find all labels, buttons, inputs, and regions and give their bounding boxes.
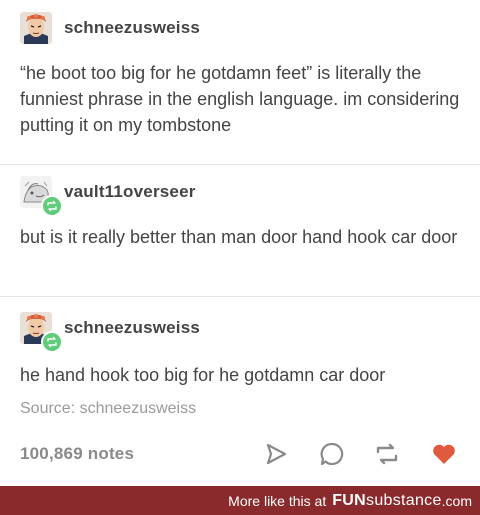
reblog-icon xyxy=(47,200,57,212)
divider xyxy=(0,296,480,297)
post-username[interactable]: vault11overseer xyxy=(64,182,196,202)
reblog-icon xyxy=(376,443,398,465)
post-source: Source: schneezusweiss xyxy=(20,400,196,418)
post-header: schneezusweiss xyxy=(20,12,200,44)
avatar[interactable] xyxy=(20,176,63,217)
divider xyxy=(0,164,480,165)
share-icon xyxy=(266,443,287,465)
post-body-text: but is it really better than man door ha… xyxy=(20,227,458,247)
post-username[interactable]: schneezusweiss xyxy=(64,18,200,38)
post-username[interactable]: schneezusweiss xyxy=(64,318,200,338)
reblog-badge xyxy=(41,331,63,353)
reply-icon xyxy=(320,442,344,466)
anime-character-avatar-icon xyxy=(20,12,52,44)
source-link[interactable]: schneezusweiss xyxy=(80,400,197,417)
brand-logo: FUNsubstance xyxy=(332,492,441,510)
share-button[interactable] xyxy=(262,440,290,468)
post-header: vault11overseer xyxy=(20,176,196,217)
like-button[interactable] xyxy=(430,440,458,468)
post-body-text: he hand hook too big for he gotdamn car … xyxy=(20,365,386,385)
avatar[interactable] xyxy=(20,312,63,353)
reblog-badge xyxy=(41,195,63,217)
like-heart-icon xyxy=(433,444,455,464)
reblog-icon xyxy=(47,336,57,348)
brand-bold: FUN xyxy=(332,491,367,509)
reply-button[interactable] xyxy=(318,440,346,468)
avatar[interactable] xyxy=(20,12,52,44)
brand-light: substance xyxy=(366,491,442,509)
site-banner[interactable]: More like this at FUNsubstance .com xyxy=(0,486,480,515)
post-header: schneezusweiss xyxy=(20,312,200,353)
post-footer: 100,869 notes xyxy=(0,436,480,472)
banner-text: More like this at xyxy=(228,492,327,509)
source-label: Source: xyxy=(20,400,76,417)
brand-suffix: .com xyxy=(441,492,472,509)
notes-count[interactable]: 100,869 notes xyxy=(20,444,134,464)
reblog-button[interactable] xyxy=(373,440,401,468)
post-body-text: “he boot too big for he gotdamn feet” is… xyxy=(20,63,460,135)
